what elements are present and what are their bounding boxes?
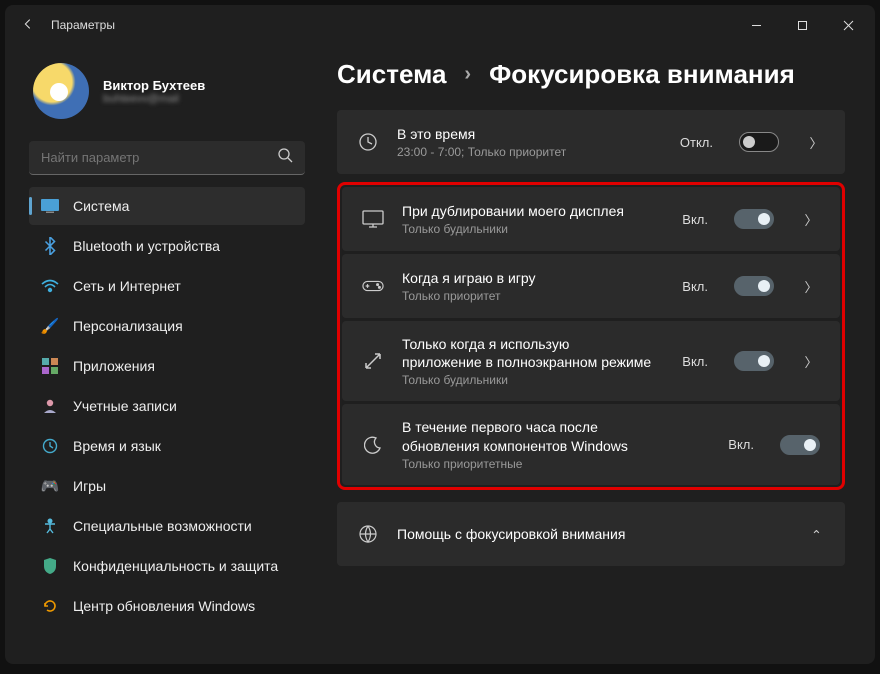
search-input[interactable] xyxy=(41,150,277,165)
person-icon xyxy=(41,397,59,415)
clock-outline-icon xyxy=(357,132,379,152)
chevron-right-icon: › xyxy=(464,63,471,86)
app-title: Параметры xyxy=(51,18,115,32)
toggle-state-label: Вкл. xyxy=(682,354,708,369)
row-help[interactable]: Помощь с фокусировкой внимания ⌄ xyxy=(337,502,845,566)
main-panel: Система › Фокусировка внимания В это вре… xyxy=(315,45,875,664)
toggle-after-update[interactable] xyxy=(780,435,820,455)
bluetooth-icon xyxy=(41,237,59,255)
row-title: При дублировании моего дисплея xyxy=(402,202,632,220)
sidebar-item-network[interactable]: Сеть и Интернет xyxy=(29,267,305,305)
row-subtitle: Только приоритет xyxy=(402,289,664,303)
sidebar: Виктор Бухтеев buhteevv@mail Система Blu… xyxy=(5,45,315,664)
chevron-right-icon[interactable]: 〉 xyxy=(807,133,825,152)
settings-window: Параметры Виктор Бухтеев buhteevv@mail xyxy=(5,5,875,664)
wifi-icon xyxy=(41,277,59,295)
sidebar-item-label: Сеть и Интернет xyxy=(73,278,181,294)
sidebar-item-label: Учетные записи xyxy=(73,398,177,414)
row-subtitle: Только приоритетные xyxy=(402,457,710,471)
chevron-right-icon[interactable]: 〉 xyxy=(802,210,820,229)
apps-icon xyxy=(41,357,59,375)
avatar xyxy=(33,63,89,119)
chevron-right-icon[interactable]: 〉 xyxy=(802,352,820,371)
sidebar-item-label: Время и язык xyxy=(73,438,161,454)
gamepad-icon: 🎮 xyxy=(41,477,59,495)
gamepad-outline-icon xyxy=(362,278,384,294)
chevron-right-icon[interactable]: 〉 xyxy=(802,277,820,296)
fullscreen-icon xyxy=(362,351,384,371)
update-icon xyxy=(41,597,59,615)
breadcrumb-parent[interactable]: Система xyxy=(337,59,446,90)
brush-icon: 🖌️ xyxy=(41,317,59,335)
sidebar-item-update[interactable]: Центр обновления Windows xyxy=(29,587,305,625)
sidebar-item-privacy[interactable]: Конфиденциальность и защита xyxy=(29,547,305,585)
sidebar-item-label: Конфиденциальность и защита xyxy=(73,558,278,574)
highlighted-group: При дублировании моего дисплея Только бу… xyxy=(337,182,845,490)
minimize-button[interactable] xyxy=(733,9,779,41)
sidebar-item-accounts[interactable]: Учетные записи xyxy=(29,387,305,425)
toggle-during-hours[interactable] xyxy=(739,132,779,152)
sidebar-item-label: Персонализация xyxy=(73,318,183,334)
toggle-duplicate-display[interactable] xyxy=(734,209,774,229)
sidebar-item-time[interactable]: Время и язык xyxy=(29,427,305,465)
row-title: Когда я играю в игру xyxy=(402,269,664,287)
sidebar-item-label: Bluetooth и устройства xyxy=(73,238,220,254)
clock-icon xyxy=(41,437,59,455)
profile-email: buhteevv@mail xyxy=(103,93,205,105)
row-subtitle: Только будильники xyxy=(402,222,664,236)
toggle-state-label: Вкл. xyxy=(682,279,708,294)
accessibility-icon xyxy=(41,517,59,535)
sidebar-item-accessibility[interactable]: Специальные возможности xyxy=(29,507,305,545)
shield-icon xyxy=(41,557,59,575)
search-box[interactable] xyxy=(29,141,305,175)
display-icon xyxy=(41,197,59,215)
row-title: Помощь с фокусировкой внимания xyxy=(397,525,779,543)
toggle-state-label: Откл. xyxy=(680,135,713,150)
nav: Система Bluetooth и устройства Сеть и Ин… xyxy=(29,187,305,625)
row-during-hours[interactable]: В это время 23:00 - 7:00; Только приорит… xyxy=(337,110,845,174)
moon-icon xyxy=(362,436,384,454)
row-after-update[interactable]: В течение первого часа после обновления … xyxy=(342,404,840,484)
monitor-icon xyxy=(362,210,384,228)
sidebar-item-apps[interactable]: Приложения xyxy=(29,347,305,385)
profile-name: Виктор Бухтеев xyxy=(103,78,205,93)
sidebar-item-gaming[interactable]: 🎮 Игры xyxy=(29,467,305,505)
sidebar-item-label: Специальные возможности xyxy=(73,518,252,534)
row-fullscreen-app[interactable]: Только когда я использую приложение в по… xyxy=(342,321,840,401)
row-playing-game[interactable]: Когда я играю в игру Только приоритет Вк… xyxy=(342,254,840,318)
sidebar-item-system[interactable]: Система xyxy=(29,187,305,225)
sidebar-item-label: Система xyxy=(73,198,129,214)
breadcrumb: Система › Фокусировка внимания xyxy=(337,59,845,90)
profile[interactable]: Виктор Бухтеев buhteevv@mail xyxy=(29,45,305,137)
search-icon xyxy=(277,147,293,168)
sidebar-item-bluetooth[interactable]: Bluetooth и устройства xyxy=(29,227,305,265)
back-icon[interactable] xyxy=(21,17,35,34)
breadcrumb-current: Фокусировка внимания xyxy=(489,59,795,90)
row-title: В течение первого часа после обновления … xyxy=(402,418,652,454)
chevron-up-icon[interactable]: ⌄ xyxy=(807,526,825,542)
sidebar-item-personalization[interactable]: 🖌️ Персонализация xyxy=(29,307,305,345)
sidebar-item-label: Центр обновления Windows xyxy=(73,598,255,614)
toggle-state-label: Вкл. xyxy=(682,212,708,227)
titlebar: Параметры xyxy=(5,5,875,45)
close-button[interactable] xyxy=(825,9,871,41)
row-duplicate-display[interactable]: При дублировании моего дисплея Только бу… xyxy=(342,187,840,251)
maximize-button[interactable] xyxy=(779,9,825,41)
toggle-fullscreen-app[interactable] xyxy=(734,351,774,371)
row-subtitle: 23:00 - 7:00; Только приоритет xyxy=(397,145,662,159)
row-title: Только когда я использую приложение в по… xyxy=(402,335,652,371)
row-title: В это время xyxy=(397,125,662,143)
globe-icon xyxy=(357,524,379,544)
row-subtitle: Только будильники xyxy=(402,373,664,387)
toggle-state-label: Вкл. xyxy=(728,437,754,452)
sidebar-item-label: Игры xyxy=(73,478,106,494)
toggle-playing-game[interactable] xyxy=(734,276,774,296)
sidebar-item-label: Приложения xyxy=(73,358,155,374)
